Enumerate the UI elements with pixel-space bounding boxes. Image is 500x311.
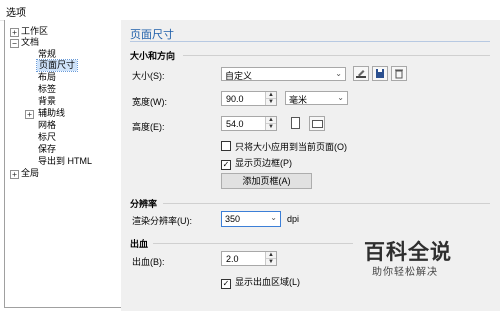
chevron-down-icon: ⌄	[335, 69, 342, 78]
width-label: 宽度(W):	[132, 97, 167, 107]
show-page-border-box[interactable]: ✓	[221, 160, 231, 170]
save-icon	[376, 69, 384, 78]
settings-panel: 页面尺寸 大小和方向 大小(S): 自定义 ⌄ 宽度(W): 90.0 ▲ ▼ 毫…	[121, 20, 500, 311]
tree-item-export-html[interactable]: 导出到 HTML	[38, 156, 92, 167]
window-title: 选项	[6, 8, 26, 19]
unit-value: 毫米	[289, 95, 308, 105]
options-tree[interactable]: + 工作区 − 文档 常规 页面尺寸 布局 标签 背景 + 辅助线 网格 标尺 …	[4, 20, 122, 308]
bleed-spinner[interactable]: 2.0 ▲ ▼	[221, 251, 277, 266]
expand-guidelines-icon[interactable]: +	[25, 110, 34, 119]
landscape-icon	[312, 120, 323, 128]
tree-item-save[interactable]: 保存	[38, 144, 56, 155]
show-bleed-box[interactable]: ✓	[221, 279, 231, 289]
tree-item-global[interactable]: 全局	[21, 168, 39, 179]
render-res-unit: dpi	[287, 214, 300, 224]
height-label: 高度(E):	[132, 122, 165, 132]
show-bleed-checkbox[interactable]: ✓ 显示出血区域(L)	[221, 277, 300, 289]
page-title: 页面尺寸	[130, 29, 174, 41]
bleed-label: 出血(B):	[132, 257, 165, 267]
show-page-border-label: 显示页边框(P)	[235, 158, 292, 168]
height-value: 54.0	[226, 119, 244, 129]
watermark-slogan: 助你轻松解决	[372, 267, 438, 278]
render-res-combo[interactable]: 350 ⌄	[221, 211, 281, 227]
pencil-icon	[356, 70, 366, 78]
height-up-icon[interactable]: ▲	[266, 117, 276, 124]
show-bleed-label: 显示出血区域(L)	[235, 277, 300, 287]
height-spinner[interactable]: 54.0 ▲ ▼	[221, 116, 277, 131]
edit-preset-button[interactable]	[353, 66, 369, 81]
collapse-document-icon[interactable]: −	[10, 39, 19, 48]
width-down-icon[interactable]: ▼	[266, 99, 276, 105]
chevron-down-icon: ⌄	[270, 213, 277, 222]
expand-workspace-icon[interactable]: +	[10, 28, 19, 37]
unit-dropdown[interactable]: 毫米 ⌄	[285, 91, 348, 105]
show-page-border-checkbox[interactable]: ✓ 显示页边框(P)	[221, 158, 292, 170]
tree-item-grid[interactable]: 网格	[38, 120, 56, 131]
save-preset-button[interactable]	[372, 66, 388, 81]
delete-preset-button[interactable]	[391, 66, 407, 81]
portrait-orientation-button[interactable]	[291, 117, 300, 129]
render-res-value: 350	[225, 214, 241, 224]
tree-item-layout[interactable]: 布局	[38, 72, 56, 83]
bleed-up-icon[interactable]: ▲	[266, 252, 276, 259]
width-value: 90.0	[226, 94, 244, 104]
resolution-section-divider	[163, 203, 490, 204]
width-spinner[interactable]: 90.0 ▲ ▼	[221, 91, 277, 106]
bleed-down-icon[interactable]: ▼	[266, 259, 276, 265]
trash-icon	[395, 69, 403, 79]
tree-item-workspace[interactable]: 工作区	[21, 26, 48, 37]
expand-global-icon[interactable]: +	[10, 170, 19, 179]
add-page-frame-button[interactable]: 添加页框(A)	[221, 173, 312, 189]
chevron-down-icon: ⌄	[337, 93, 344, 102]
tree-item-labels[interactable]: 标签	[38, 84, 56, 95]
bleed-section-heading: 出血	[130, 239, 149, 249]
size-section-divider	[183, 55, 490, 56]
tree-item-background[interactable]: 背景	[38, 96, 56, 107]
size-value: 自定义	[225, 71, 253, 81]
bleed-value: 2.0	[226, 254, 239, 264]
bleed-section-divider	[153, 243, 353, 244]
apply-current-only-label: 只将大小应用到当前页面(O)	[235, 142, 347, 152]
resolution-section-heading: 分辨率	[130, 199, 158, 209]
apply-current-only-box[interactable]	[221, 141, 231, 151]
tree-item-document[interactable]: 文档	[21, 37, 39, 48]
size-section-heading: 大小和方向	[130, 51, 176, 61]
height-down-icon[interactable]: ▼	[266, 124, 276, 130]
width-up-icon[interactable]: ▲	[266, 92, 276, 99]
scrollbar[interactable]	[492, 20, 500, 311]
tree-item-guidelines[interactable]: 辅助线	[38, 108, 65, 119]
size-dropdown[interactable]: 自定义 ⌄	[221, 67, 346, 81]
tree-item-page-size[interactable]: 页面尺寸	[35, 59, 79, 72]
render-res-label: 渲染分辨率(U):	[132, 216, 192, 226]
size-label: 大小(S):	[132, 71, 165, 81]
watermark-logo-text: 百科全说	[364, 241, 452, 264]
title-bar: 选项	[0, 0, 500, 21]
apply-current-only-checkbox[interactable]: 只将大小应用到当前页面(O)	[221, 141, 347, 152]
tree-item-general[interactable]: 常规	[38, 49, 56, 60]
title-divider	[130, 41, 490, 42]
landscape-orientation-button[interactable]	[309, 116, 325, 131]
tree-item-rulers[interactable]: 标尺	[38, 132, 56, 143]
